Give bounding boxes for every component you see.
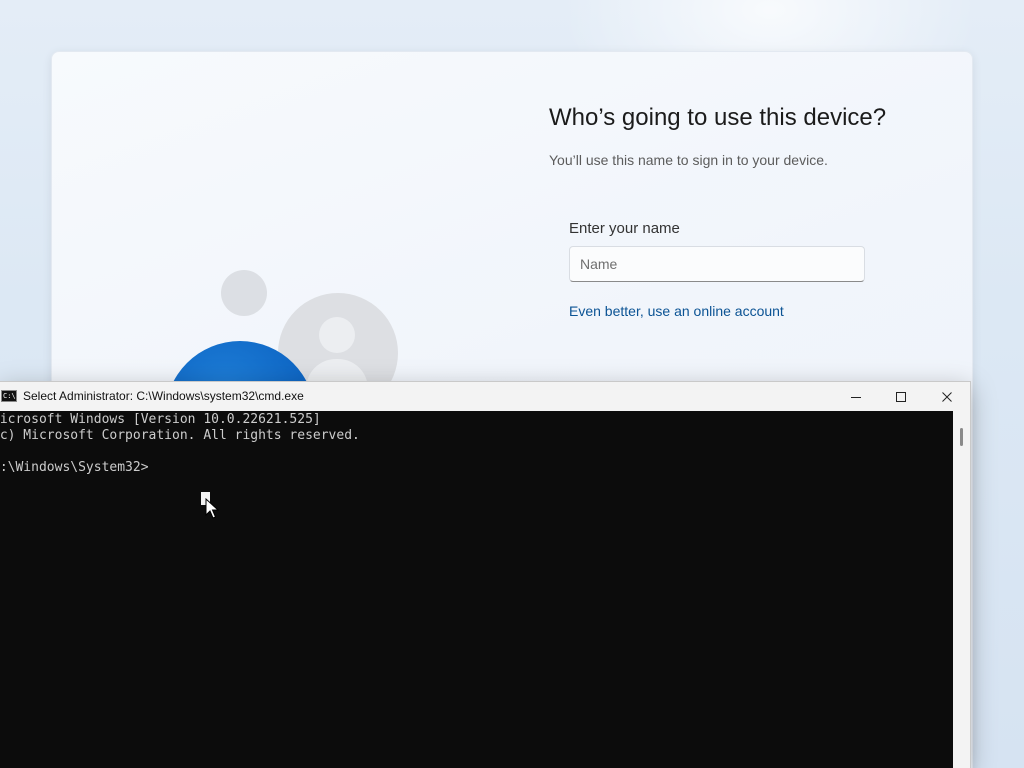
mouse-pointer-icon — [205, 498, 219, 519]
maximize-button[interactable] — [878, 382, 924, 411]
minimize-icon — [851, 396, 861, 398]
maximize-icon — [896, 391, 906, 402]
close-icon — [942, 391, 952, 402]
console-prompt: C:\Windows\System32> — [0, 460, 149, 475]
window-title: Select Administrator: C:\Windows\system3… — [23, 389, 304, 403]
minimize-button[interactable] — [833, 382, 879, 411]
console-line-copyright: (c) Microsoft Corporation. All rights re… — [0, 428, 360, 443]
close-button[interactable] — [924, 382, 970, 411]
online-account-link[interactable]: Even better, use an online account — [569, 303, 784, 319]
console-line-version: Microsoft Windows [Version 10.0.22621.52… — [0, 412, 321, 427]
scrollbar-thumb[interactable] — [960, 428, 963, 446]
cmd-app-icon: C:\ — [1, 390, 17, 402]
page-title: Who’s going to use this device? — [549, 104, 887, 131]
name-field-label: Enter your name — [569, 220, 680, 237]
console-output-area[interactable]: Microsoft Windows [Version 10.0.22621.52… — [0, 411, 953, 768]
page-subtitle: You’ll use this name to sign in to your … — [549, 152, 828, 168]
avatar-head — [319, 317, 355, 353]
name-input[interactable] — [569, 246, 865, 282]
illustration-small-dot — [221, 270, 267, 316]
vertical-scrollbar[interactable] — [953, 411, 970, 768]
cmd-titlebar[interactable]: C:\ Select Administrator: C:\Windows\sys… — [0, 382, 970, 411]
cmd-window[interactable]: C:\ Select Administrator: C:\Windows\sys… — [0, 381, 971, 768]
